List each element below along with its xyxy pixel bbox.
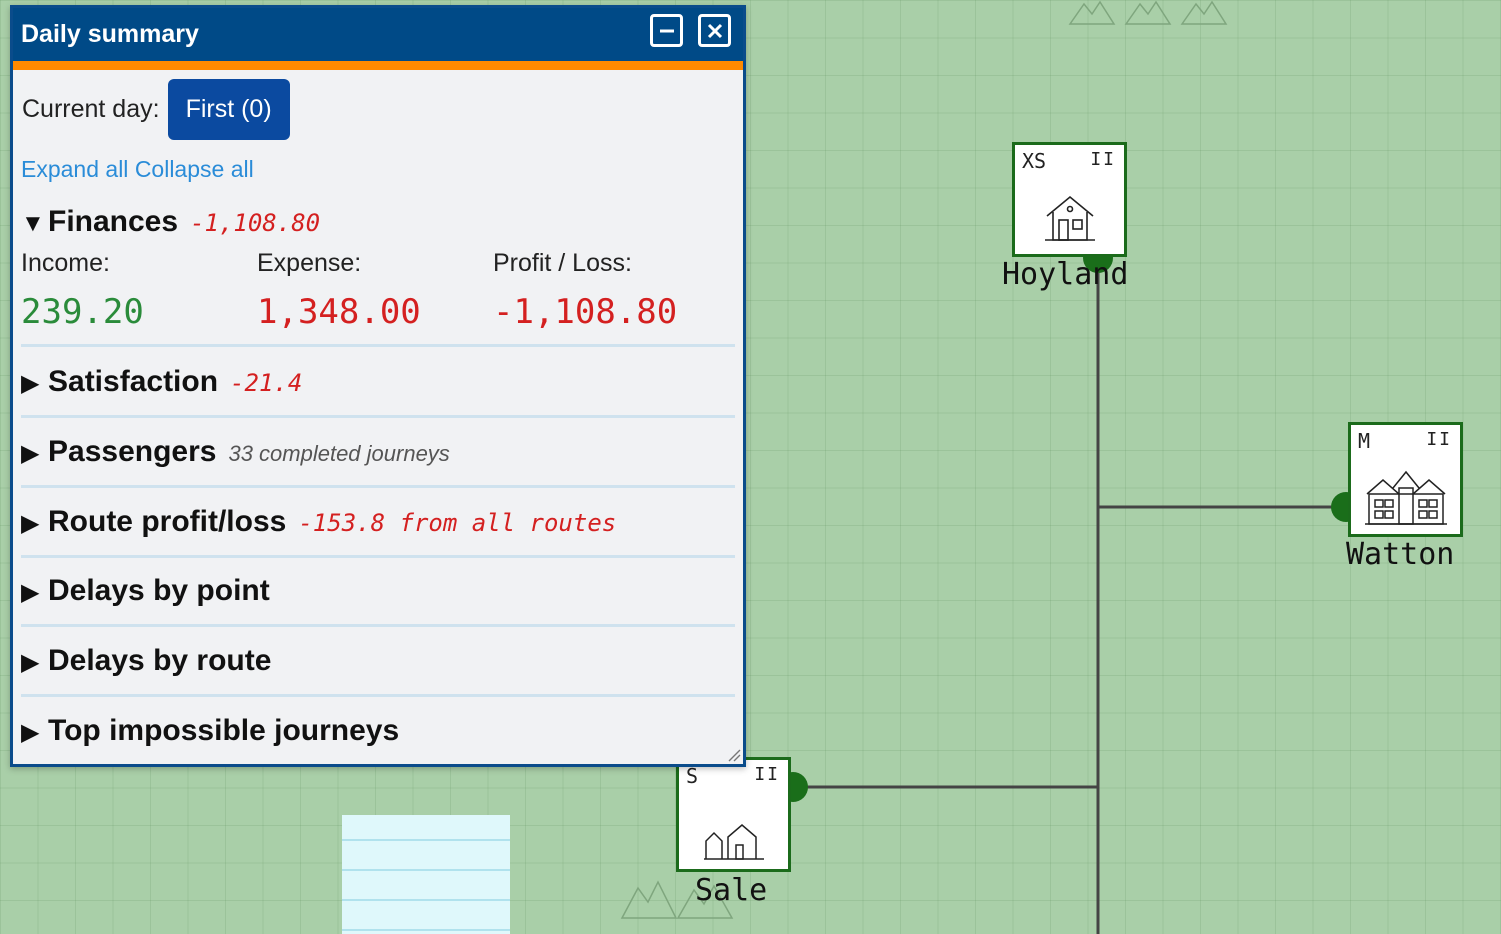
close-button[interactable]: [698, 14, 731, 47]
window-title: Daily summary: [21, 20, 199, 48]
resize-handle-icon[interactable]: [727, 748, 741, 762]
pause-icon[interactable]: II: [754, 764, 780, 785]
expense-label: Expense:: [257, 249, 362, 277]
profit-loss-value: -1,108.80: [493, 292, 678, 332]
section-title: Delays by route: [48, 644, 272, 677]
section-summary: 33 completed journeys: [228, 441, 450, 466]
triangle-right-icon: ▶: [21, 370, 40, 397]
triangle-down-icon: ▼: [21, 210, 45, 237]
station-sale[interactable]: S II: [676, 757, 791, 872]
income-value: 239.20: [21, 292, 144, 332]
house-icon: [1044, 195, 1095, 241]
station-size: M: [1358, 429, 1371, 453]
triangle-right-icon: ▶: [21, 649, 40, 676]
satisfaction-header[interactable]: ▶ Satisfaction -21.4: [21, 365, 735, 399]
route-profit-loss-header[interactable]: ▶ Route profit/loss -153.8 from all rout…: [21, 505, 735, 539]
window-titlebar[interactable]: Daily summary: [13, 8, 743, 70]
top-impossible-journeys-section: ▶ Top impossible journeys: [21, 697, 735, 758]
delays-by-point-section: ▶ Delays by point: [21, 558, 735, 627]
section-title: Route profit/loss: [48, 505, 287, 538]
station-label: Hoyland: [1002, 257, 1129, 292]
section-title: Top impossible journeys: [48, 714, 400, 747]
triangle-right-icon: ▶: [21, 440, 40, 467]
close-icon: [707, 23, 722, 38]
current-day-button[interactable]: First (0): [167, 79, 290, 140]
profit-loss-label: Profit / Loss:: [493, 249, 632, 277]
collapse-all-link[interactable]: Collapse all: [135, 156, 254, 182]
income-label: Income:: [21, 249, 110, 277]
section-title: Finances: [48, 205, 179, 238]
pause-icon[interactable]: II: [1090, 149, 1116, 170]
section-summary: -153.8 from all routes: [298, 509, 617, 537]
triangle-right-icon: ▶: [21, 510, 40, 537]
minimize-button[interactable]: [650, 14, 683, 47]
satisfaction-section: ▶ Satisfaction -21.4: [21, 347, 735, 418]
station-hoyland[interactable]: XS II: [1012, 142, 1127, 257]
station-label: Sale: [695, 873, 768, 908]
station-label: Watton: [1346, 537, 1455, 572]
pause-icon[interactable]: II: [1426, 429, 1452, 450]
station-size: XS: [1022, 149, 1047, 173]
delays-by-route-section: ▶ Delays by route: [21, 627, 735, 697]
section-title: Satisfaction: [48, 365, 219, 398]
expense-value: 1,348.00: [257, 292, 421, 332]
station-size: S: [686, 764, 699, 788]
minimize-icon: [659, 29, 674, 32]
section-summary: -1,108.80: [190, 209, 321, 237]
triangle-right-icon: ▶: [21, 719, 40, 746]
delays-by-route-header[interactable]: ▶ Delays by route: [21, 644, 735, 678]
finances-header[interactable]: ▼ Finances -1,108.80: [21, 205, 735, 239]
daily-summary-window: Daily summary Current day: First (0) Exp…: [10, 5, 746, 767]
section-summary: -21.4: [230, 369, 303, 397]
triangle-right-icon: ▶: [21, 579, 40, 606]
town-hall-icon: [1364, 470, 1447, 525]
passengers-section: ▶ Passengers 33 completed journeys: [21, 418, 735, 488]
section-title: Delays by point: [48, 574, 270, 607]
passengers-header[interactable]: ▶ Passengers 33 completed journeys: [21, 435, 735, 469]
expand-all-link[interactable]: Expand all: [21, 156, 128, 182]
delays-by-point-header[interactable]: ▶ Delays by point: [21, 574, 735, 608]
village-icon: [703, 824, 764, 860]
current-day-label: Current day:: [22, 95, 160, 123]
top-impossible-journeys-header[interactable]: ▶ Top impossible journeys: [21, 714, 735, 748]
section-title: Passengers: [48, 435, 217, 468]
route-profit-loss-section: ▶ Route profit/loss -153.8 from all rout…: [21, 488, 735, 558]
finances-section: ▼ Finances -1,108.80 Income: 239.20 Expe…: [21, 205, 735, 347]
station-watton[interactable]: M II: [1348, 422, 1463, 537]
